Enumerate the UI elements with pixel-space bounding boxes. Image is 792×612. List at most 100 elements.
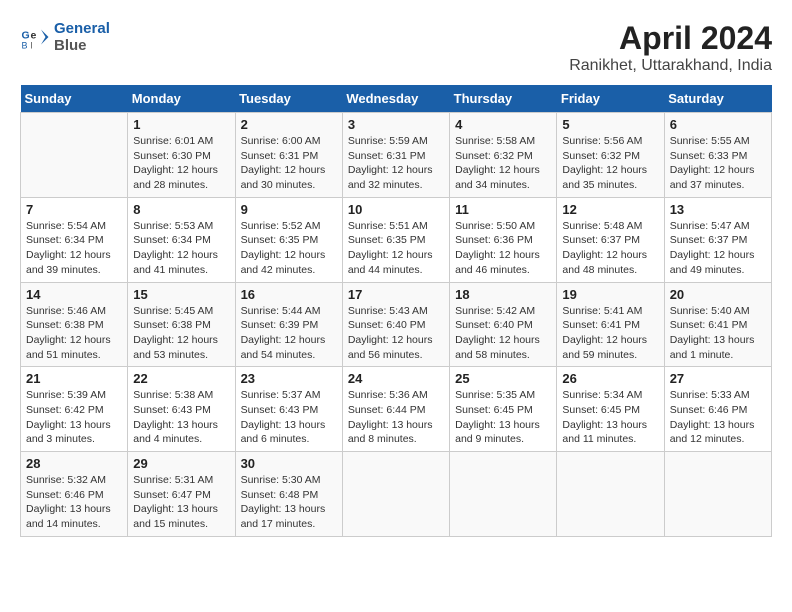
calendar-cell [557,452,664,537]
calendar-table: SundayMondayTuesdayWednesdayThursdayFrid… [20,85,772,537]
calendar-cell: 4 Sunrise: 5:58 AM Sunset: 6:32 PM Daylig… [450,113,557,198]
calendar-cell: 19Sunrise: 5:41 AM Sunset: 6:41 PM Dayli… [557,282,664,367]
week-row-2: 7Sunrise: 5:54 AM Sunset: 6:34 PM Daylig… [21,197,772,282]
day-number: 6 [670,117,766,132]
day-number: 28 [26,456,122,471]
day-info: Sunrise: 5:59 AM Sunset: 6:31 PM Dayligh… [348,134,444,193]
calendar-cell: 9 Sunrise: 5:52 AM Sunset: 6:35 PM Daylig… [235,197,342,282]
day-number: 30 [241,456,337,471]
day-number: 23 [241,371,337,386]
week-row-1: 1 Sunrise: 6:01 AM Sunset: 6:30 PM Daylig… [21,113,772,198]
day-number: 21 [26,371,122,386]
svg-text:l: l [31,40,33,50]
day-info: Sunrise: 5:31 AM Sunset: 6:47 PM Dayligh… [133,473,229,532]
calendar-cell: 26 Sunrise: 5:34 AM Sunset: 6:45 PM Dayli… [557,367,664,452]
calendar-cell: 21Sunrise: 5:39 AM Sunset: 6:42 PM Dayli… [21,367,128,452]
calendar-cell: 13 Sunrise: 5:47 AM Sunset: 6:37 PM Dayli… [664,197,771,282]
calendar-cell: 16 Sunrise: 5:44 AM Sunset: 6:39 PM Dayli… [235,282,342,367]
col-header-friday: Friday [557,85,664,113]
day-info: Sunrise: 5:30 AM Sunset: 6:48 PM Dayligh… [241,473,337,532]
calendar-cell: 11 Sunrise: 5:50 AM Sunset: 6:36 PM Dayli… [450,197,557,282]
day-number: 29 [133,456,229,471]
day-number: 27 [670,371,766,386]
week-row-5: 28 Sunrise: 5:32 AM Sunset: 6:46 PM Dayli… [21,452,772,537]
day-number: 18 [455,287,551,302]
day-info: Sunrise: 5:38 AM Sunset: 6:43 PM Dayligh… [133,388,229,447]
calendar-cell: 2Sunrise: 6:00 AM Sunset: 6:31 PM Daylig… [235,113,342,198]
col-header-thursday: Thursday [450,85,557,113]
day-number: 19 [562,287,658,302]
day-info: Sunrise: 5:46 AM Sunset: 6:38 PM Dayligh… [26,304,122,363]
day-info: Sunrise: 5:34 AM Sunset: 6:45 PM Dayligh… [562,388,658,447]
col-header-tuesday: Tuesday [235,85,342,113]
day-info: Sunrise: 5:55 AM Sunset: 6:33 PM Dayligh… [670,134,766,193]
day-info: Sunrise: 5:45 AM Sunset: 6:38 PM Dayligh… [133,304,229,363]
logo-text: General Blue [54,20,110,54]
day-info: Sunrise: 5:50 AM Sunset: 6:36 PM Dayligh… [455,219,551,278]
day-number: 25 [455,371,551,386]
calendar-cell: 7Sunrise: 5:54 AM Sunset: 6:34 PM Daylig… [21,197,128,282]
day-number: 8 [133,202,229,217]
calendar-cell: 17Sunrise: 5:43 AM Sunset: 6:40 PM Dayli… [342,282,449,367]
day-info: Sunrise: 6:01 AM Sunset: 6:30 PM Dayligh… [133,134,229,193]
page-header: G e B l General Blue April 2024 Ranikhet… [20,20,772,75]
col-header-saturday: Saturday [664,85,771,113]
day-number: 5 [562,117,658,132]
day-number: 26 [562,371,658,386]
day-number: 13 [670,202,766,217]
calendar-cell: 20Sunrise: 5:40 AM Sunset: 6:41 PM Dayli… [664,282,771,367]
day-info: Sunrise: 5:36 AM Sunset: 6:44 PM Dayligh… [348,388,444,447]
day-info: Sunrise: 5:37 AM Sunset: 6:43 PM Dayligh… [241,388,337,447]
calendar-cell: 25 Sunrise: 5:35 AM Sunset: 6:45 PM Dayli… [450,367,557,452]
day-info: Sunrise: 5:44 AM Sunset: 6:39 PM Dayligh… [241,304,337,363]
day-number: 1 [133,117,229,132]
day-info: Sunrise: 5:51 AM Sunset: 6:35 PM Dayligh… [348,219,444,278]
day-number: 9 [241,202,337,217]
calendar-cell: 22Sunrise: 5:38 AM Sunset: 6:43 PM Dayli… [128,367,235,452]
day-info: Sunrise: 5:52 AM Sunset: 6:35 PM Dayligh… [241,219,337,278]
calendar-cell: 3 Sunrise: 5:59 AM Sunset: 6:31 PM Daylig… [342,113,449,198]
logo-icon: G e B l [20,22,50,52]
svg-text:B: B [22,40,28,50]
day-number: 15 [133,287,229,302]
calendar-cell [450,452,557,537]
calendar-cell: 15 Sunrise: 5:45 AM Sunset: 6:38 PM Dayli… [128,282,235,367]
day-number: 2 [241,117,337,132]
day-info: Sunrise: 5:58 AM Sunset: 6:32 PM Dayligh… [455,134,551,193]
col-header-monday: Monday [128,85,235,113]
page-title: April 2024 [569,20,772,57]
calendar-cell [664,452,771,537]
week-row-4: 21Sunrise: 5:39 AM Sunset: 6:42 PM Dayli… [21,367,772,452]
day-info: Sunrise: 5:48 AM Sunset: 6:37 PM Dayligh… [562,219,658,278]
day-number: 14 [26,287,122,302]
day-info: Sunrise: 5:56 AM Sunset: 6:32 PM Dayligh… [562,134,658,193]
day-number: 16 [241,287,337,302]
calendar-cell: 29 Sunrise: 5:31 AM Sunset: 6:47 PM Dayli… [128,452,235,537]
day-info: Sunrise: 5:33 AM Sunset: 6:46 PM Dayligh… [670,388,766,447]
day-number: 7 [26,202,122,217]
col-header-sunday: Sunday [21,85,128,113]
logo: G e B l General Blue [20,20,110,54]
calendar-cell: 14 Sunrise: 5:46 AM Sunset: 6:38 PM Dayli… [21,282,128,367]
day-number: 3 [348,117,444,132]
title-block: April 2024 Ranikhet, Uttarakhand, India [569,20,772,75]
calendar-cell: 10 Sunrise: 5:51 AM Sunset: 6:35 PM Dayli… [342,197,449,282]
day-number: 24 [348,371,444,386]
calendar-header-row: SundayMondayTuesdayWednesdayThursdayFrid… [21,85,772,113]
calendar-cell: 6 Sunrise: 5:55 AM Sunset: 6:33 PM Daylig… [664,113,771,198]
page-subtitle: Ranikhet, Uttarakhand, India [569,57,772,75]
calendar-cell: 18 Sunrise: 5:42 AM Sunset: 6:40 PM Dayli… [450,282,557,367]
week-row-3: 14 Sunrise: 5:46 AM Sunset: 6:38 PM Dayli… [21,282,772,367]
day-info: Sunrise: 5:32 AM Sunset: 6:46 PM Dayligh… [26,473,122,532]
calendar-cell: 12Sunrise: 5:48 AM Sunset: 6:37 PM Dayli… [557,197,664,282]
calendar-cell: 1 Sunrise: 6:01 AM Sunset: 6:30 PM Daylig… [128,113,235,198]
calendar-cell [21,113,128,198]
day-info: Sunrise: 5:35 AM Sunset: 6:45 PM Dayligh… [455,388,551,447]
day-info: Sunrise: 5:42 AM Sunset: 6:40 PM Dayligh… [455,304,551,363]
day-number: 11 [455,202,551,217]
day-number: 4 [455,117,551,132]
calendar-cell: 5 Sunrise: 5:56 AM Sunset: 6:32 PM Daylig… [557,113,664,198]
day-info: Sunrise: 5:47 AM Sunset: 6:37 PM Dayligh… [670,219,766,278]
day-number: 10 [348,202,444,217]
day-info: Sunrise: 5:40 AM Sunset: 6:41 PM Dayligh… [670,304,766,363]
